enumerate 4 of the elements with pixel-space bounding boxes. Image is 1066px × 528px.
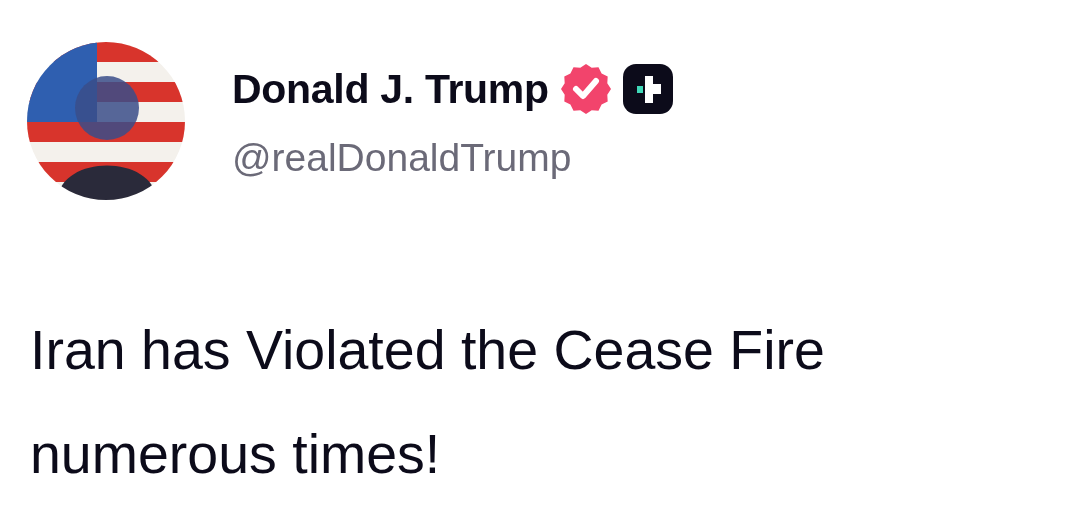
author-handle: @realDonaldTrump: [232, 136, 573, 180]
post-text: Iran has Violated the Cease Fire numerous times!: [30, 318, 826, 487]
author-name: Donald J. Trump: [232, 65, 549, 113]
app-logo-icon: [622, 64, 673, 114]
